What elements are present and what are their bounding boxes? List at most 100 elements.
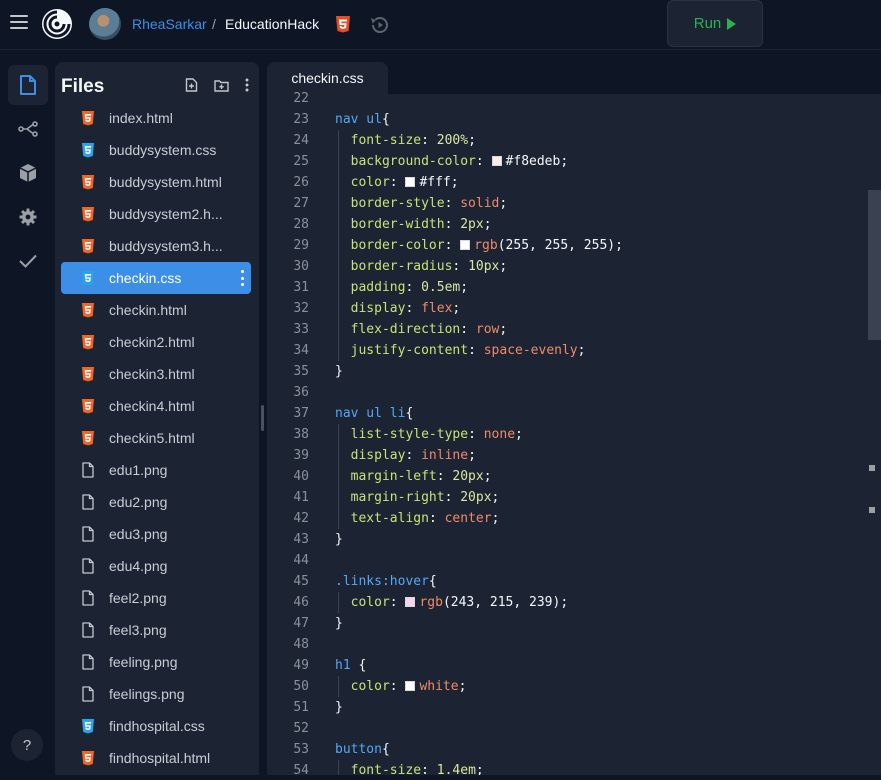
code-token: 1.4em [436, 763, 476, 775]
code-token: border-color [350, 238, 445, 253]
files-icon[interactable] [8, 65, 48, 105]
code-text: display: inline; [335, 445, 476, 466]
code-token: nav ul li [335, 406, 406, 421]
line-number: 37 [293, 406, 309, 421]
code-token: .links:hover [335, 574, 429, 589]
color-swatch[interactable] [491, 156, 502, 166]
html-file-icon [82, 207, 94, 222]
breadcrumb-user-link[interactable]: RheaSarkar [132, 16, 207, 32]
code-token: display [350, 448, 406, 463]
file-item[interactable]: feel2.png [61, 582, 251, 614]
line-number: 23 [293, 112, 309, 127]
file-item[interactable]: edu3.png [61, 518, 251, 550]
code-text: padding: 0.5em; [335, 277, 468, 298]
line-number: 36 [293, 385, 309, 400]
code-line: 25 background-color: #f8edeb; [267, 151, 867, 172]
file-item[interactable]: findhospital.css [61, 710, 251, 742]
file-item[interactable]: edu4.png [61, 550, 251, 582]
avatar[interactable] [89, 8, 121, 40]
code-token: color [350, 679, 390, 694]
html-file-icon [82, 239, 94, 254]
file-item[interactable]: buddysystem3.h... [61, 230, 251, 262]
line-number: 34 [293, 343, 309, 358]
code-text: margin-left: 20px; [335, 466, 492, 487]
run-button[interactable]: Run [667, 0, 763, 47]
file-item[interactable]: feel3.png [61, 614, 251, 646]
line-number: 48 [293, 637, 309, 652]
file-icon [82, 558, 94, 574]
file-name: edu3.png [109, 526, 168, 542]
file-item[interactable]: checkin2.html [61, 326, 251, 358]
line-number: 46 [293, 595, 309, 610]
more-options-icon[interactable] [245, 78, 249, 92]
code-line: 22 [267, 88, 867, 109]
file-name: checkin2.html [109, 334, 195, 350]
line-number: 27 [293, 196, 309, 211]
line-number: 50 [293, 679, 309, 694]
file-name: checkin5.html [109, 430, 195, 446]
code-token: ; [460, 280, 469, 295]
help-button[interactable]: ? [11, 729, 43, 761]
code-token: background-color [350, 154, 476, 169]
file-item[interactable]: checkin4.html [61, 390, 251, 422]
file-item[interactable]: buddysystem.css [61, 134, 251, 166]
code-line: 50 color: white; [267, 676, 867, 697]
color-swatch[interactable] [405, 681, 416, 691]
code-line: 33 flex-direction: row; [267, 319, 867, 340]
history-icon[interactable] [369, 14, 391, 36]
code-text: } [335, 697, 343, 718]
code-token: } [335, 532, 343, 547]
code-token: ; [475, 763, 484, 775]
git-branch-icon[interactable] [8, 109, 48, 149]
files-panel-title: Files [61, 76, 105, 97]
code-text: border-style: solid; [335, 193, 508, 214]
file-name: findhospital.html [109, 750, 211, 766]
file-item[interactable]: edu2.png [61, 486, 251, 518]
file-item[interactable]: index.html [61, 102, 251, 134]
code-line: 48 [267, 634, 867, 655]
code-text: margin-right: 20px; [335, 487, 500, 508]
code-text: } [335, 529, 343, 550]
code-area[interactable]: 22 23 nav ul{24 font-size: 200%; 25 backgro… [267, 88, 867, 775]
settings-icon[interactable] [8, 197, 48, 237]
breadcrumb-project-name[interactable]: EducationHack [225, 16, 319, 32]
code-token: nav ul [335, 112, 382, 127]
hamburger-icon[interactable] [10, 15, 28, 29]
code-editor[interactable]: checkin.css 22 23 nav ul{24 font-size: 200… [267, 62, 881, 775]
code-token: ; [483, 469, 492, 484]
packages-icon[interactable] [8, 153, 48, 193]
code-line: 47} [267, 613, 867, 634]
new-file-icon[interactable] [185, 78, 198, 92]
line-number: 26 [293, 175, 309, 190]
code-token: solid [460, 196, 500, 211]
css-file-icon [82, 719, 94, 734]
file-item[interactable]: buddysystem2.h... [61, 198, 251, 230]
new-folder-icon[interactable] [214, 79, 229, 92]
file-icon [82, 654, 94, 670]
file-item[interactable]: edu1.png [61, 454, 251, 486]
code-text: color: white; [335, 676, 467, 697]
code-line: 37 nav ul li{ [267, 403, 867, 424]
file-item[interactable]: feeling.png [61, 646, 251, 678]
file-item[interactable]: feelings.png [61, 678, 251, 710]
color-swatch[interactable] [405, 597, 416, 607]
checkmark-icon[interactable] [8, 241, 48, 281]
panel-resize-handle[interactable] [261, 405, 264, 431]
code-token: inline [421, 448, 469, 463]
file-item[interactable]: checkin.css [61, 262, 251, 294]
code-token: color [350, 175, 390, 190]
file-item[interactable]: findhospital.html [61, 742, 251, 774]
color-swatch[interactable] [460, 240, 471, 250]
replit-logo[interactable] [41, 8, 73, 40]
file-item[interactable]: checkin5.html [61, 422, 251, 454]
code-token: font-size [350, 763, 422, 775]
code-token: flex-direction [350, 322, 461, 337]
file-item[interactable]: buddysystem.html [61, 166, 251, 198]
color-swatch[interactable] [405, 177, 416, 187]
file-options-icon[interactable] [241, 270, 245, 286]
file-name: index.html [109, 110, 173, 126]
file-item[interactable]: checkin.html [61, 294, 251, 326]
code-token: : [468, 343, 484, 358]
editor-scrollbar[interactable] [868, 190, 881, 340]
file-item[interactable]: checkin3.html [61, 358, 251, 390]
